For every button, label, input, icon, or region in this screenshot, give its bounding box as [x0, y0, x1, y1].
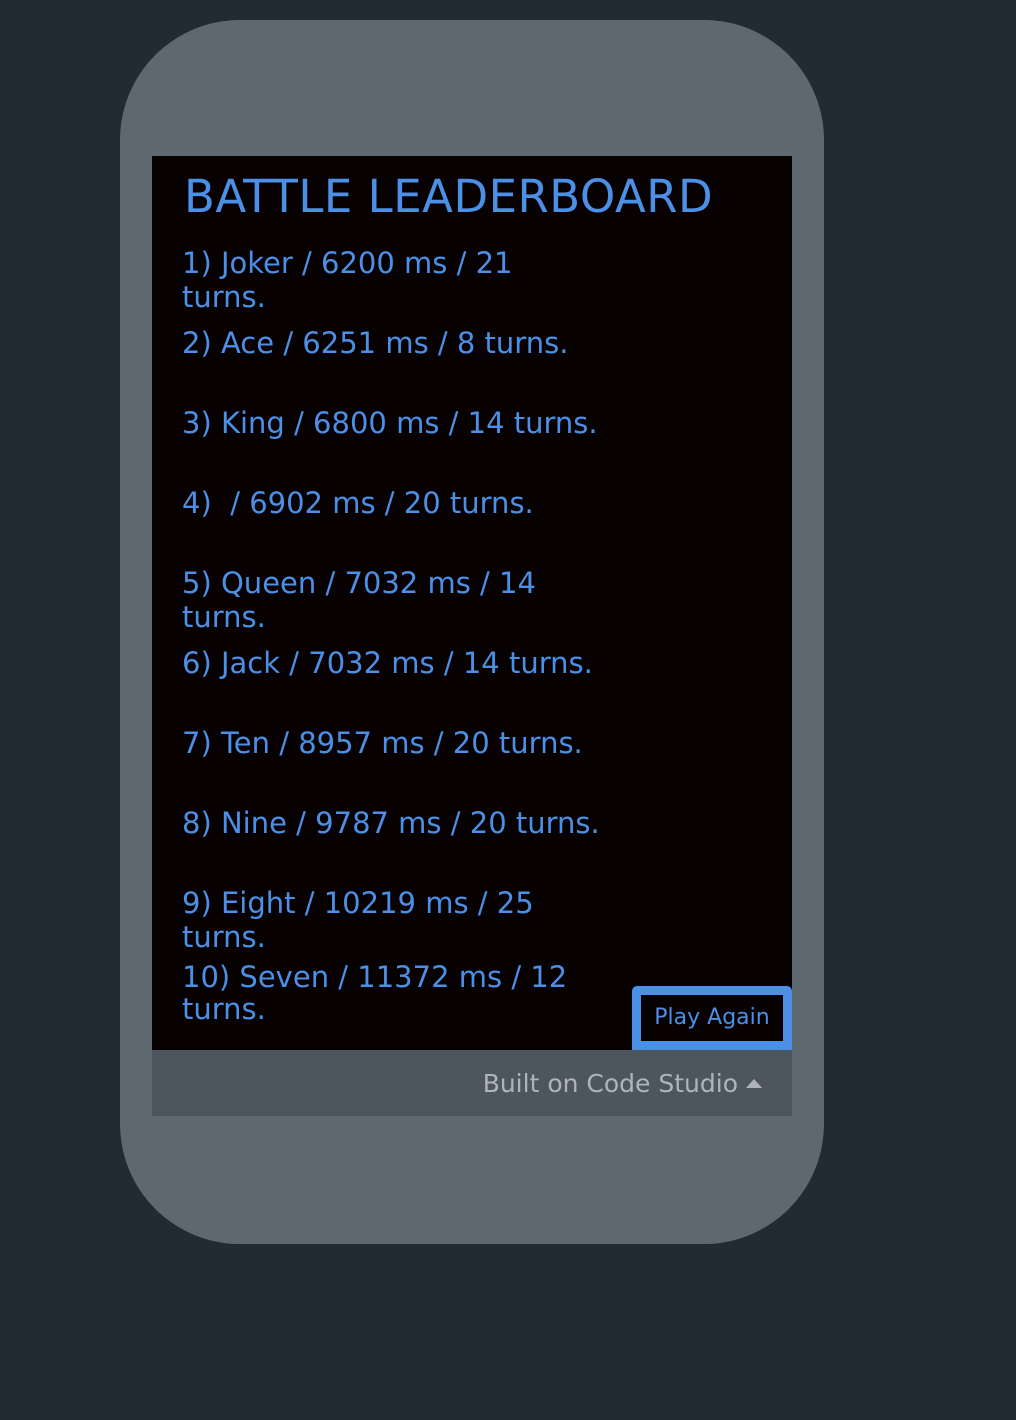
leaderboard-title: BATTLE LEADERBOARD: [184, 170, 714, 223]
caret-up-icon: [746, 1078, 762, 1088]
app-screen: BATTLE LEADERBOARD 1) Joker / 6200 ms / …: [152, 156, 792, 1050]
leaderboard-entry-7: 7) Ten / 8957 ms / 20 turns.: [182, 726, 583, 760]
leaderboard-list: 1) Joker / 6200 ms / 21 turns. 2) Ace / …: [182, 246, 602, 1025]
leaderboard-entry-9: 9) Eight / 10219 ms / 25 turns.: [182, 886, 543, 954]
leaderboard-entry-1: 1) Joker / 6200 ms / 21 turns.: [182, 246, 522, 314]
footer-bar: Built on Code Studio: [152, 1050, 792, 1116]
leaderboard-entry-5: 5) Queen / 7032 ms / 14 turns.: [182, 566, 546, 634]
leaderboard-entry-10: 10) Seven / 11372 ms / 12 turns.: [182, 960, 577, 1026]
built-on-code-studio-link[interactable]: Built on Code Studio: [483, 1069, 762, 1099]
leaderboard-entry-8: 8) Nine / 9787 ms / 20 turns.: [182, 806, 600, 840]
play-again-button[interactable]: Play Again: [632, 986, 792, 1050]
leaderboard-entry-4: 4) / 6902 ms / 20 turns.: [182, 486, 534, 520]
footer-label: Built on Code Studio: [482, 1069, 738, 1098]
leaderboard-entry-3: 3) King / 6800 ms / 14 turns.: [182, 406, 598, 440]
leaderboard-entry-6: 6) Jack / 7032 ms / 14 turns.: [182, 646, 593, 680]
leaderboard-entry-2: 2) Ace / 6251 ms / 8 turns.: [182, 326, 569, 360]
